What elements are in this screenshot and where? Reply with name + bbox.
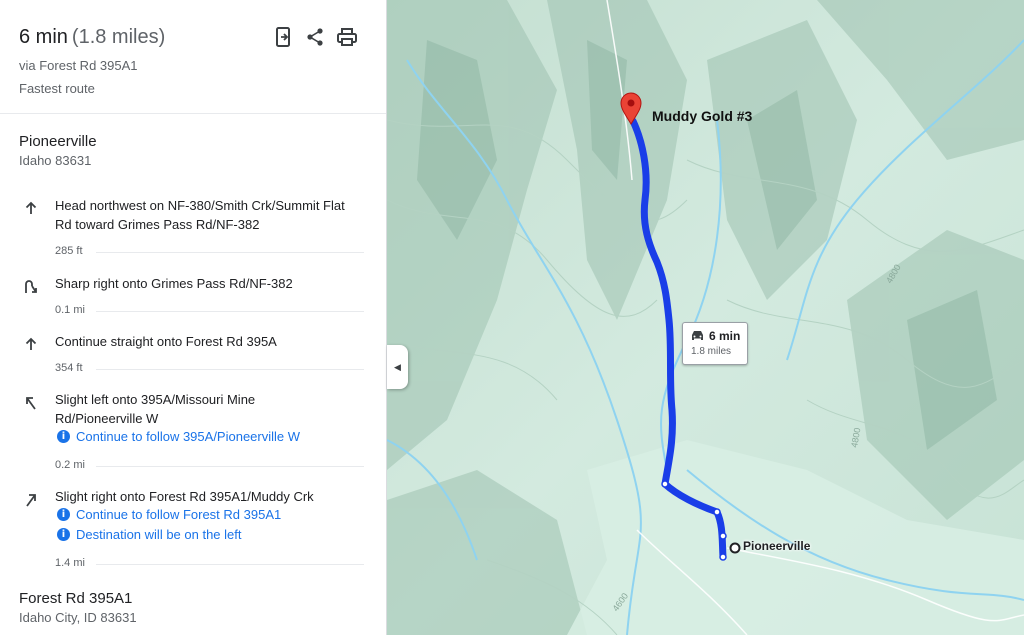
route-eta-callout[interactable]: 6 min 1.8 miles [682, 322, 748, 365]
divider [96, 466, 364, 467]
route-waypoint [719, 532, 727, 540]
route-waypoint [661, 480, 669, 488]
route-distance: (1.8 miles) [71, 26, 166, 48]
eta-time: 6 min [709, 329, 741, 343]
route-actions [272, 26, 358, 48]
start-place-name: Pioneerville [19, 133, 97, 150]
route-subtitle: Fastest route [19, 81, 95, 96]
step-instruction: Slight right onto Forest Rd 395A1/Muddy … [55, 489, 314, 504]
route-time: 6 min [19, 26, 68, 48]
send-to-phone-button[interactable] [272, 26, 294, 48]
eta-distance: 1.8 miles [691, 346, 732, 357]
step-distance: 285 ft [55, 245, 83, 257]
slight-right-icon [26, 494, 36, 507]
origin-label[interactable]: Pioneerville [743, 539, 810, 553]
route-waypoint [719, 553, 727, 561]
step-note: i Destination will be on the left [57, 527, 241, 542]
divider [96, 564, 364, 565]
info-icon: i [57, 508, 70, 521]
share-icon [307, 28, 323, 46]
send-to-phone-icon [276, 27, 290, 47]
divider [0, 113, 386, 114]
step-note: i Continue to follow Forest Rd 395A1 [57, 507, 281, 522]
route-waypoint [713, 508, 721, 516]
step-distance: 0.1 mi [55, 304, 85, 316]
origin-marker[interactable] [729, 542, 741, 554]
share-button[interactable] [304, 26, 326, 48]
step-distance: 354 ft [55, 362, 83, 374]
info-icon: i [57, 430, 70, 443]
route-summary: 6 min (1.8 miles) [19, 26, 165, 49]
step-distance: 1.4 mi [55, 557, 85, 569]
step-note: i Continue to follow 395A/Pioneerville W [57, 429, 300, 444]
divider [96, 369, 364, 370]
destination-label[interactable]: Muddy Gold #3 [652, 108, 752, 124]
collapse-panel-button[interactable]: ◀ [387, 345, 408, 389]
sharp-right-icon [25, 280, 37, 293]
route-via: via Forest Rd 395A1 [19, 58, 138, 73]
slight-left-icon [26, 397, 36, 410]
end-place-name: Forest Rd 395A1 [19, 590, 133, 607]
map-view[interactable]: 4800 4600 4800 [387, 0, 1024, 635]
chevron-left-icon: ◀ [394, 361, 401, 372]
print-button[interactable] [336, 26, 358, 48]
info-icon: i [57, 528, 70, 541]
print-icon [337, 28, 357, 46]
terrain-map[interactable]: 4800 4600 4800 [387, 0, 1024, 635]
start-place-address: Idaho 83631 [19, 153, 92, 168]
step-instruction: Slight left onto 395A/Missouri Mine Rd/P… [55, 392, 256, 426]
end-place-address: Idaho City, ID 83631 [19, 610, 137, 625]
step-distance: 0.2 mi [55, 459, 85, 471]
directions-panel: 6 min (1.8 miles) via Forest Rd 395A1 Fas… [0, 0, 387, 635]
step-instruction: Continue straight onto Forest Rd 395A [55, 334, 277, 349]
step-instruction: Sharp right onto Grimes Pass Rd/NF-382 [55, 276, 293, 291]
arrow-up-icon [25, 337, 37, 350]
arrow-up-icon [25, 201, 37, 214]
step-instruction: Head northwest on NF-380/Smith Crk/Summi… [55, 198, 345, 232]
divider [96, 311, 364, 312]
divider [96, 252, 364, 253]
car-icon [692, 331, 703, 340]
